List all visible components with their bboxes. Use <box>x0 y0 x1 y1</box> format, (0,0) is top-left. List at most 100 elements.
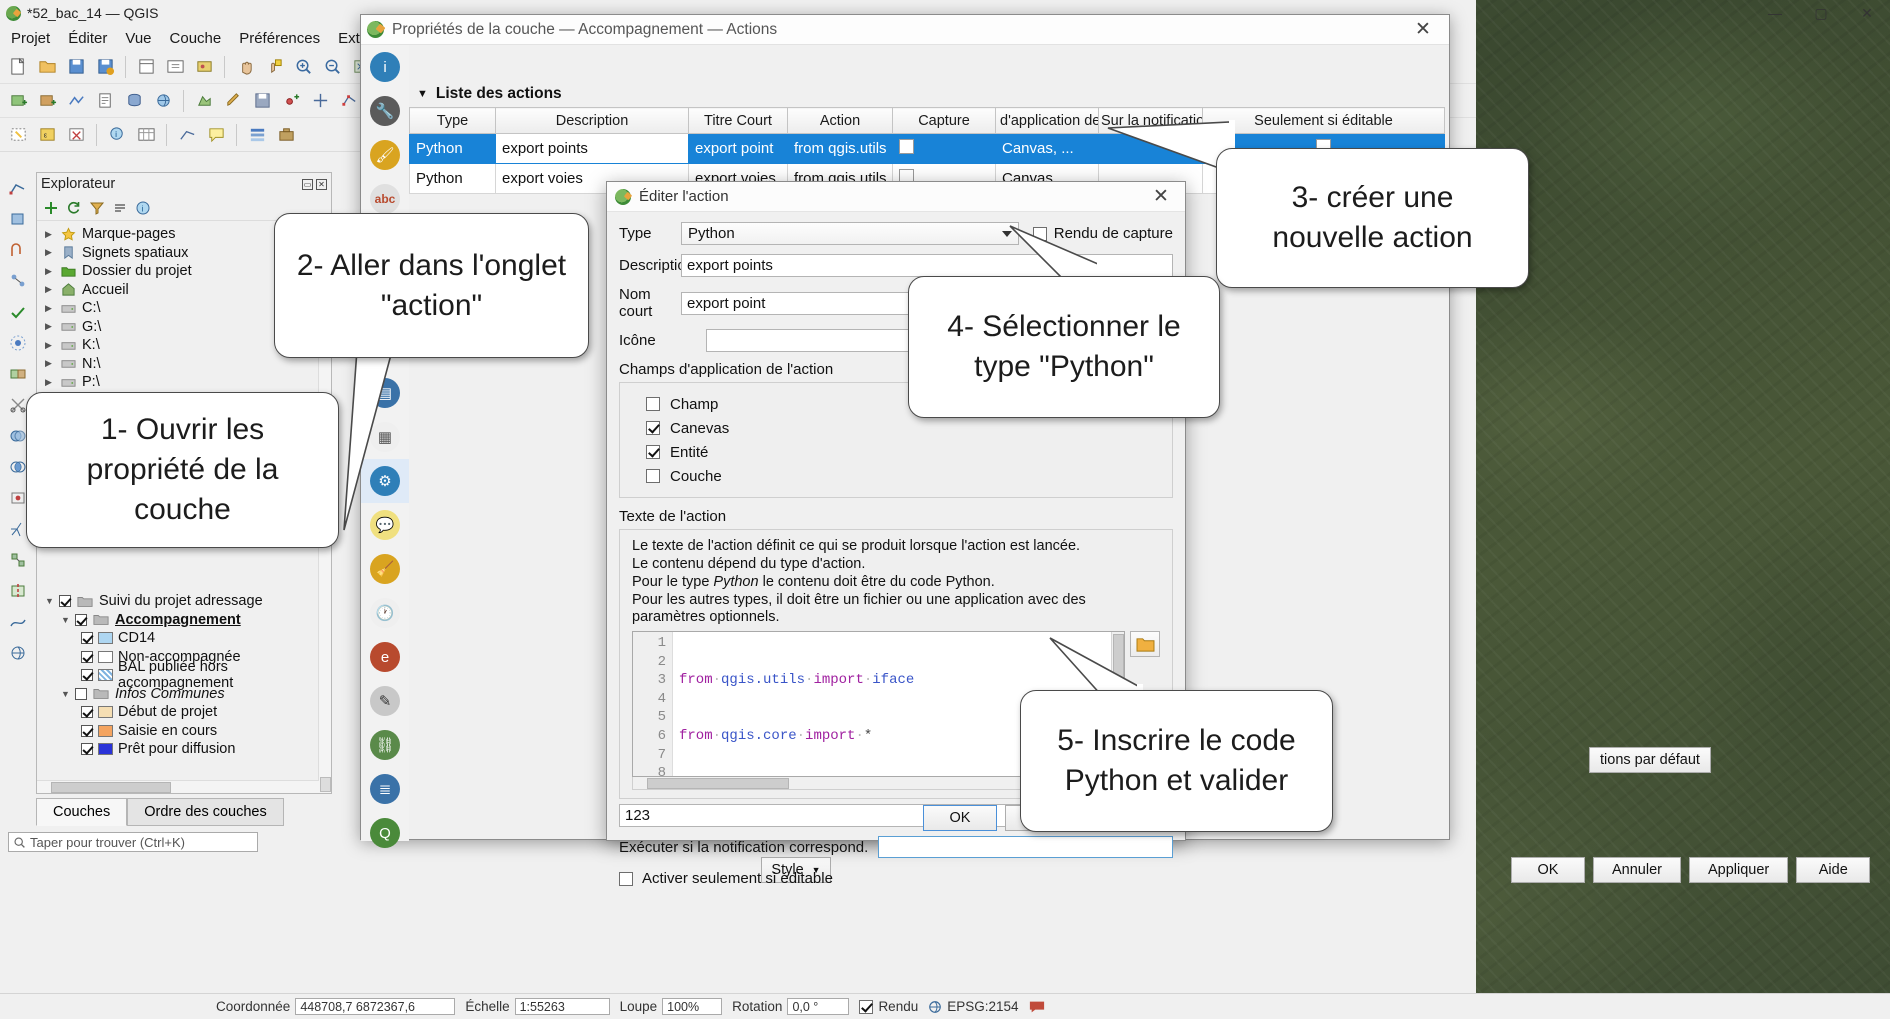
add-vector-layer-icon[interactable] <box>4 87 32 115</box>
ok-button[interactable]: OK <box>923 805 998 831</box>
buffer-tool-icon[interactable] <box>2 327 34 358</box>
menu-editer[interactable]: Éditer <box>59 28 116 49</box>
properties-dialog-buttons[interactable]: OK Annuler Appliquer Aide <box>1511 857 1871 883</box>
col-capture[interactable]: Capture <box>892 107 996 134</box>
menu-couche[interactable]: Couche <box>161 28 231 49</box>
cell-type[interactable]: Python <box>409 163 496 194</box>
move-feature-icon[interactable] <box>306 87 334 115</box>
add-wms-icon[interactable] <box>149 87 177 115</box>
cancel-button[interactable]: Annuler <box>1593 857 1681 883</box>
explorer-hscrollbar[interactable] <box>37 780 319 793</box>
dock-tab-bar[interactable]: Couches Ordre des couches <box>36 798 284 826</box>
tab-rendering[interactable]: 🧹 <box>361 547 409 591</box>
ok-button[interactable]: OK <box>1511 857 1585 883</box>
add-icon[interactable] <box>41 198 61 218</box>
save-layer-edits-icon[interactable] <box>248 87 276 115</box>
select-features-icon[interactable] <box>4 121 32 149</box>
layer-visibility-checkbox[interactable] <box>81 724 93 737</box>
render-checkbox[interactable] <box>859 999 874 1014</box>
messages-icon[interactable] <box>1029 1000 1045 1014</box>
tab-couches[interactable]: Couches <box>36 798 128 826</box>
layout-manager-icon[interactable] <box>161 53 189 81</box>
new-project-icon[interactable] <box>4 53 32 81</box>
scope-champ-checkbox[interactable] <box>646 397 660 411</box>
layer-item[interactable]: BAL publiée hors accompagnement <box>41 659 331 691</box>
filter-icon[interactable] <box>87 198 107 218</box>
crs-display[interactable]: EPSG:2154 <box>928 999 1019 1014</box>
type-select[interactable]: Python <box>681 222 1019 245</box>
tab-information[interactable]: i <box>361 45 409 89</box>
split-tool-icon[interactable] <box>2 575 34 606</box>
layer-item[interactable]: ▼ Suivi du projet adressage <box>41 592 331 611</box>
cell-action[interactable]: from qgis.utils ... <box>787 133 893 164</box>
add-postgis-icon[interactable] <box>120 87 148 115</box>
close-panel-icon[interactable]: ✕ <box>316 178 327 190</box>
layer-item[interactable]: Début de projet <box>41 703 331 722</box>
cell-description[interactable]: export points <box>495 133 689 164</box>
style-manager-icon[interactable] <box>190 53 218 81</box>
pan-to-selection-icon[interactable] <box>260 53 288 81</box>
digitize-line-icon[interactable] <box>2 172 34 203</box>
close-button[interactable]: ✕ <box>1844 0 1890 26</box>
cell-capture[interactable] <box>892 133 996 164</box>
capture-checkbox[interactable] <box>899 139 914 154</box>
reproject-tool-icon[interactable] <box>2 637 34 668</box>
layer-item[interactable]: Saisie en cours <box>41 722 331 741</box>
col-description[interactable]: Description <box>495 107 689 134</box>
layer-visibility-checkbox[interactable] <box>81 706 93 719</box>
tab-metadata[interactable]: ✎ <box>361 679 409 723</box>
apply-button[interactable]: Appliquer <box>1688 857 1789 883</box>
scope-canevas-row[interactable]: Canevas <box>646 416 1172 440</box>
simplify-tool-icon[interactable] <box>2 606 34 637</box>
menu-preferences[interactable]: Préférences <box>230 28 329 49</box>
save-project-as-icon[interactable] <box>91 53 119 81</box>
save-project-icon[interactable] <box>62 53 90 81</box>
scope-entite-row[interactable]: Entité <box>646 440 1172 464</box>
editable-only-checkbox[interactable] <box>619 871 633 886</box>
tab-legend[interactable]: ≣ <box>361 767 409 811</box>
snap-icon[interactable] <box>2 234 34 265</box>
zoom-in-icon[interactable] <box>289 53 317 81</box>
layer-visibility-checkbox[interactable] <box>75 613 87 626</box>
style-dock-icon[interactable] <box>243 121 271 149</box>
show-map-tips-icon[interactable] <box>202 121 230 149</box>
add-feature-icon[interactable] <box>277 87 305 115</box>
add-mesh-layer-icon[interactable] <box>62 87 90 115</box>
tab-ordre-des-couches[interactable]: Ordre des couches <box>127 798 284 826</box>
coordinate-value[interactable]: 448708,7 6872367,6 <box>295 998 456 1015</box>
add-delimited-text-icon[interactable] <box>91 87 119 115</box>
layer-visibility-checkbox[interactable] <box>75 687 87 700</box>
scope-entite-checkbox[interactable] <box>646 445 660 459</box>
open-attribute-table-icon[interactable] <box>132 121 160 149</box>
deselect-icon[interactable] <box>62 121 90 149</box>
layer-visibility-checkbox[interactable] <box>81 669 93 682</box>
maximize-button[interactable]: ▢ <box>1798 0 1844 26</box>
scope-couche-row[interactable]: Couche <box>646 464 1172 488</box>
col-type[interactable]: Type <box>409 107 496 134</box>
collapse-icon[interactable] <box>110 198 130 218</box>
cell-scope[interactable]: Canvas, ... <box>995 133 1099 164</box>
help-button[interactable]: Aide <box>1796 857 1871 883</box>
vertex-tool-icon[interactable] <box>335 87 363 115</box>
layer-item[interactable]: Prêt pour diffusion <box>41 740 331 759</box>
zoom-out-icon[interactable] <box>318 53 346 81</box>
magnifier-value[interactable]: 100% <box>662 998 723 1015</box>
digitize-polygon-icon[interactable] <box>2 203 34 234</box>
add-raster-layer-icon[interactable] <box>33 87 61 115</box>
merge-tool-icon[interactable] <box>2 544 34 575</box>
scale-value[interactable]: 1:55263 <box>514 998 610 1015</box>
refresh-icon[interactable] <box>64 198 84 218</box>
dissolve-tool-icon[interactable] <box>2 358 34 389</box>
info-icon[interactable]: i <box>133 198 153 218</box>
locator-search-bar[interactable]: Taper pour trouver (Ctrl+K) <box>8 832 258 852</box>
default-actions-button[interactable]: tions par défaut <box>1589 747 1711 773</box>
minimize-button[interactable]: — <box>1752 0 1798 26</box>
select-by-expression-icon[interactable]: ε <box>33 121 61 149</box>
new-shapefile-icon[interactable] <box>190 87 218 115</box>
geometry-check-icon[interactable] <box>2 296 34 327</box>
window-controls[interactable]: — ▢ ✕ <box>1750 0 1890 26</box>
toggle-editing-icon[interactable] <box>219 87 247 115</box>
tab-qgis-server[interactable]: Q <box>361 811 409 855</box>
notification-input[interactable] <box>878 836 1173 858</box>
menu-projet[interactable]: Projet <box>2 28 59 49</box>
